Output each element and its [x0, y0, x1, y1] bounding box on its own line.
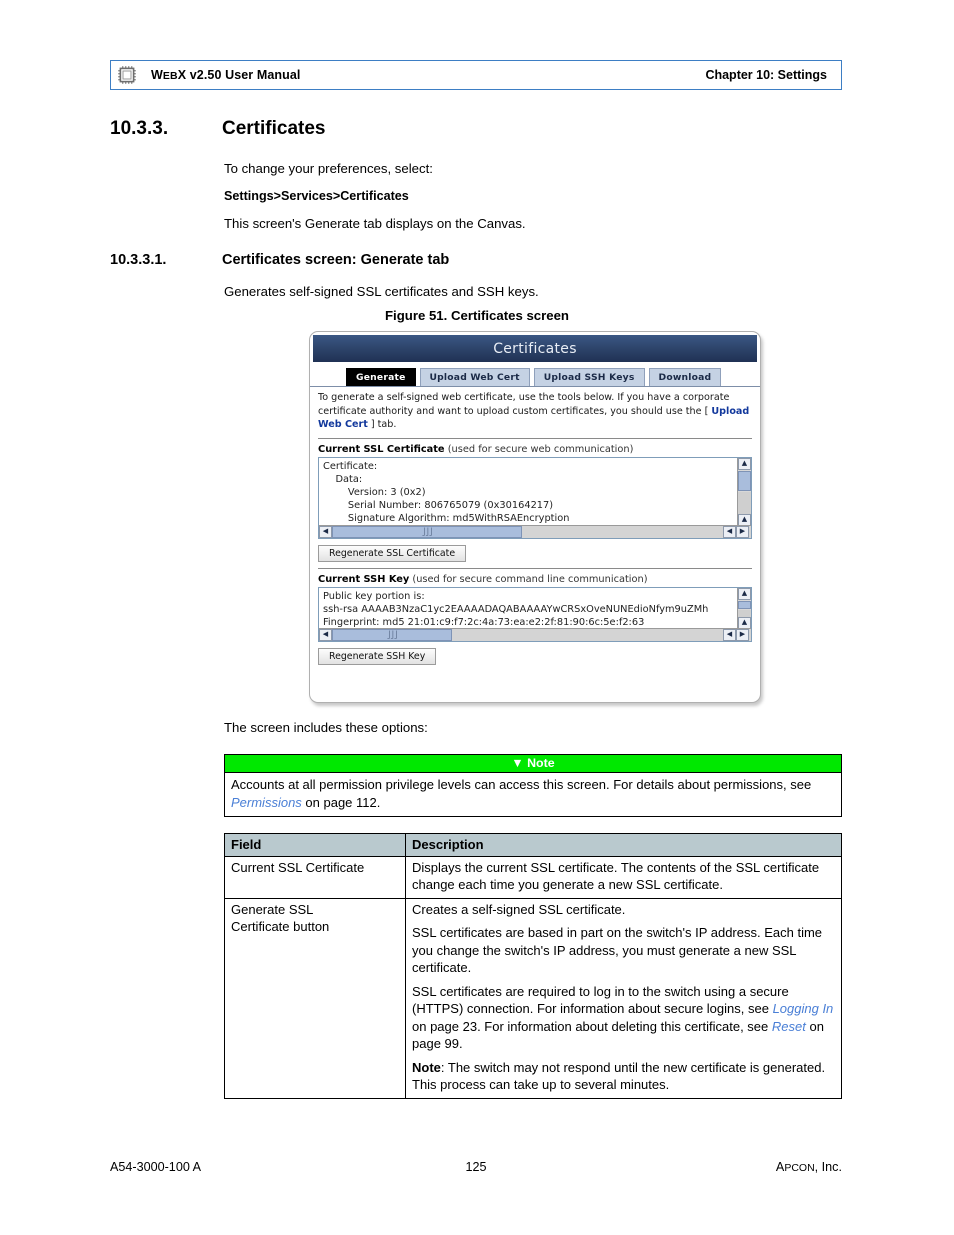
scroll-up-arrow-icon[interactable]: ▲: [738, 587, 751, 600]
scroll-track[interactable]: [738, 491, 751, 514]
note-body: Accounts at all permission privilege lev…: [225, 773, 841, 816]
hscroll-track[interactable]: [452, 629, 723, 641]
row-field-generate-ssl-certificate-button: Generate SSL Certificate button: [224, 897, 406, 1099]
options-intro-text: The screen includes these options:: [224, 720, 428, 735]
logging-in-link[interactable]: Logging In: [773, 1001, 834, 1016]
subsection-title: Certificates screen: Generate tab: [222, 252, 450, 268]
para-text-b: on page 23. For information about deleti…: [412, 1018, 772, 1034]
ssl-label-rest: (used for secure web communication): [444, 443, 634, 455]
ssh-horizontal-scrollbar[interactable]: ◀ ⎦⎦⎦ ◀ ▶: [319, 627, 751, 641]
footer-doc-number: A54-3000-100 A: [110, 1160, 202, 1174]
table-row: Generate SSL Certificate button Creates …: [224, 897, 842, 1099]
table-row: Current SSL Certificate Displays the cur…: [224, 855, 842, 899]
note-rest-text: : The switch may not respond until the n…: [412, 1059, 826, 1093]
scroll-right-arrow-icon[interactable]: ▶: [736, 628, 749, 641]
warning-icon: ▼: [511, 756, 524, 770]
subsection-description: Generates self-signed SSL certificates a…: [224, 284, 539, 299]
ssh-key-text: Public key portion is: ssh-rsa AAAAB3Nza…: [323, 590, 709, 628]
note-text-part1: Accounts at all permission privilege lev…: [231, 777, 812, 792]
subsection-number: 10.3.3.1.: [110, 252, 167, 268]
hscroll-corner: [749, 629, 751, 641]
note-header: ▼ Note: [225, 755, 841, 773]
description-paragraph-note: Note: The switch may not respond until t…: [412, 1059, 835, 1094]
ssh-key-textbox[interactable]: Public key portion is: ssh-rsa AAAAB3Nza…: [318, 586, 752, 642]
scroll-thumb[interactable]: [738, 600, 751, 609]
ssh-label-rest: (used for secure command line communicat…: [409, 573, 648, 585]
scroll-left-arrow-icon-2[interactable]: ◀: [723, 628, 736, 641]
figure-tab-bar: Generate Upload Web Cert Upload SSH Keys…: [310, 362, 760, 387]
reset-link[interactable]: Reset: [772, 1019, 806, 1034]
options-table: Field Description Current SSL Certificat…: [224, 833, 842, 1099]
scroll-track[interactable]: [738, 609, 751, 617]
para-text-a: SSL certificates are required to log in …: [412, 983, 789, 1017]
table-header-row: Field Description: [224, 833, 842, 857]
scroll-thumb[interactable]: [738, 470, 751, 491]
ssh-label-bold: Current SSH Key: [318, 573, 410, 585]
description-paragraph-with-links: SSL certificates are required to log in …: [412, 983, 835, 1053]
note-bold-prefix: Note: [412, 1059, 441, 1075]
canvas-note-text: This screen's Generate tab displays on t…: [224, 216, 526, 231]
row-description-generate-ssl-certificate-button: Creates a self-signed SSL certificate. S…: [405, 897, 842, 1099]
page-running-header: WEBX v2.50 User Manual Chapter 10: Setti…: [110, 60, 842, 90]
regenerate-ssh-key-button[interactable]: Regenerate SSH Key: [318, 647, 437, 665]
column-header-field: Field: [224, 833, 406, 857]
chapter-label: Chapter 10: Settings: [705, 68, 827, 82]
scroll-left-arrow-icon[interactable]: ◀: [319, 628, 332, 641]
section-title: Certificates: [222, 118, 326, 139]
description-paragraph: Creates a self-signed SSL certificate.: [412, 901, 626, 917]
note-callout: ▼ Note Accounts at all permission privil…: [224, 754, 842, 817]
figure-intro-paragraph: To generate a self-signed web certificat…: [318, 391, 752, 432]
row-field-current-ssl-certificate: Current SSL Certificate: [224, 855, 406, 899]
tab-upload-web-cert[interactable]: Upload Web Cert: [419, 368, 530, 386]
section-number: 10.3.3.: [110, 118, 169, 139]
figure-intro-part2: ] tab.: [367, 419, 397, 430]
row-description-current-ssl-certificate: Displays the current SSL certificate. Th…: [405, 855, 842, 899]
footer-company: APCON, Inc.: [775, 1160, 842, 1174]
figure-caption: Figure 51. Certificates screen: [385, 308, 569, 323]
scroll-left-arrow-icon[interactable]: ◀: [319, 525, 332, 538]
divider-ssl: [318, 437, 752, 439]
tab-upload-ssh-keys[interactable]: Upload SSH Keys: [533, 368, 645, 386]
ssl-label-bold: Current SSL Certificate: [318, 443, 445, 455]
note-heading-label: Note: [527, 756, 555, 770]
certificates-screen-figure: Certificates Generate Upload Web Cert Up…: [309, 331, 761, 703]
scroll-up-arrow-icon[interactable]: ▲: [738, 457, 751, 470]
page-footer: A54-3000-100 A 125 APCON, Inc.: [110, 1160, 842, 1174]
scroll-right-arrow-icon[interactable]: ▶: [736, 525, 749, 538]
ssl-section-label: Current SSL Certificate (used for secure…: [318, 444, 752, 455]
ssl-certificate-text: Certificate: Data: Version: 3 (0x2) Seri…: [323, 460, 570, 525]
figure-intro-part1: To generate a self-signed web certificat…: [318, 392, 730, 417]
tab-download[interactable]: Download: [648, 368, 722, 386]
note-text-part2: on page 112.: [301, 794, 381, 810]
regenerate-ssl-certificate-button[interactable]: Regenerate SSL Certificate: [318, 544, 467, 562]
ssl-certificate-textbox[interactable]: Certificate: Data: Version: 3 (0x2) Seri…: [318, 456, 752, 539]
manual-title: WEBX v2.50 User Manual: [151, 68, 301, 82]
menu-breadcrumb: Settings>Services>Certificates: [224, 189, 409, 203]
description-paragraph: Displays the current SSL certificate. Th…: [412, 859, 820, 893]
ssl-horizontal-scrollbar[interactable]: ◀ ⎦⎦⎦ ◀ ▶: [319, 524, 751, 538]
hscroll-thumb[interactable]: ⎦⎦⎦: [332, 628, 452, 641]
footer-page-number: 125: [465, 1160, 487, 1174]
scroll-left-arrow-icon-2[interactable]: ◀: [723, 525, 736, 538]
hscroll-thumb[interactable]: ⎦⎦⎦: [332, 525, 522, 538]
column-header-description: Description: [405, 833, 842, 857]
permissions-link[interactable]: Permissions: [231, 795, 302, 810]
ssh-section-label: Current SSH Key (used for secure command…: [318, 574, 752, 585]
description-paragraph: SSL certificates are based in part on th…: [412, 925, 823, 975]
section-intro-text: To change your preferences, select:: [224, 161, 433, 176]
hscroll-track[interactable]: [522, 526, 723, 538]
tab-generate[interactable]: Generate: [346, 368, 416, 386]
figure-window-title: Certificates: [313, 335, 757, 362]
microchip-icon: [117, 65, 137, 85]
hscroll-corner: [749, 526, 751, 538]
divider-ssh: [318, 567, 752, 569]
